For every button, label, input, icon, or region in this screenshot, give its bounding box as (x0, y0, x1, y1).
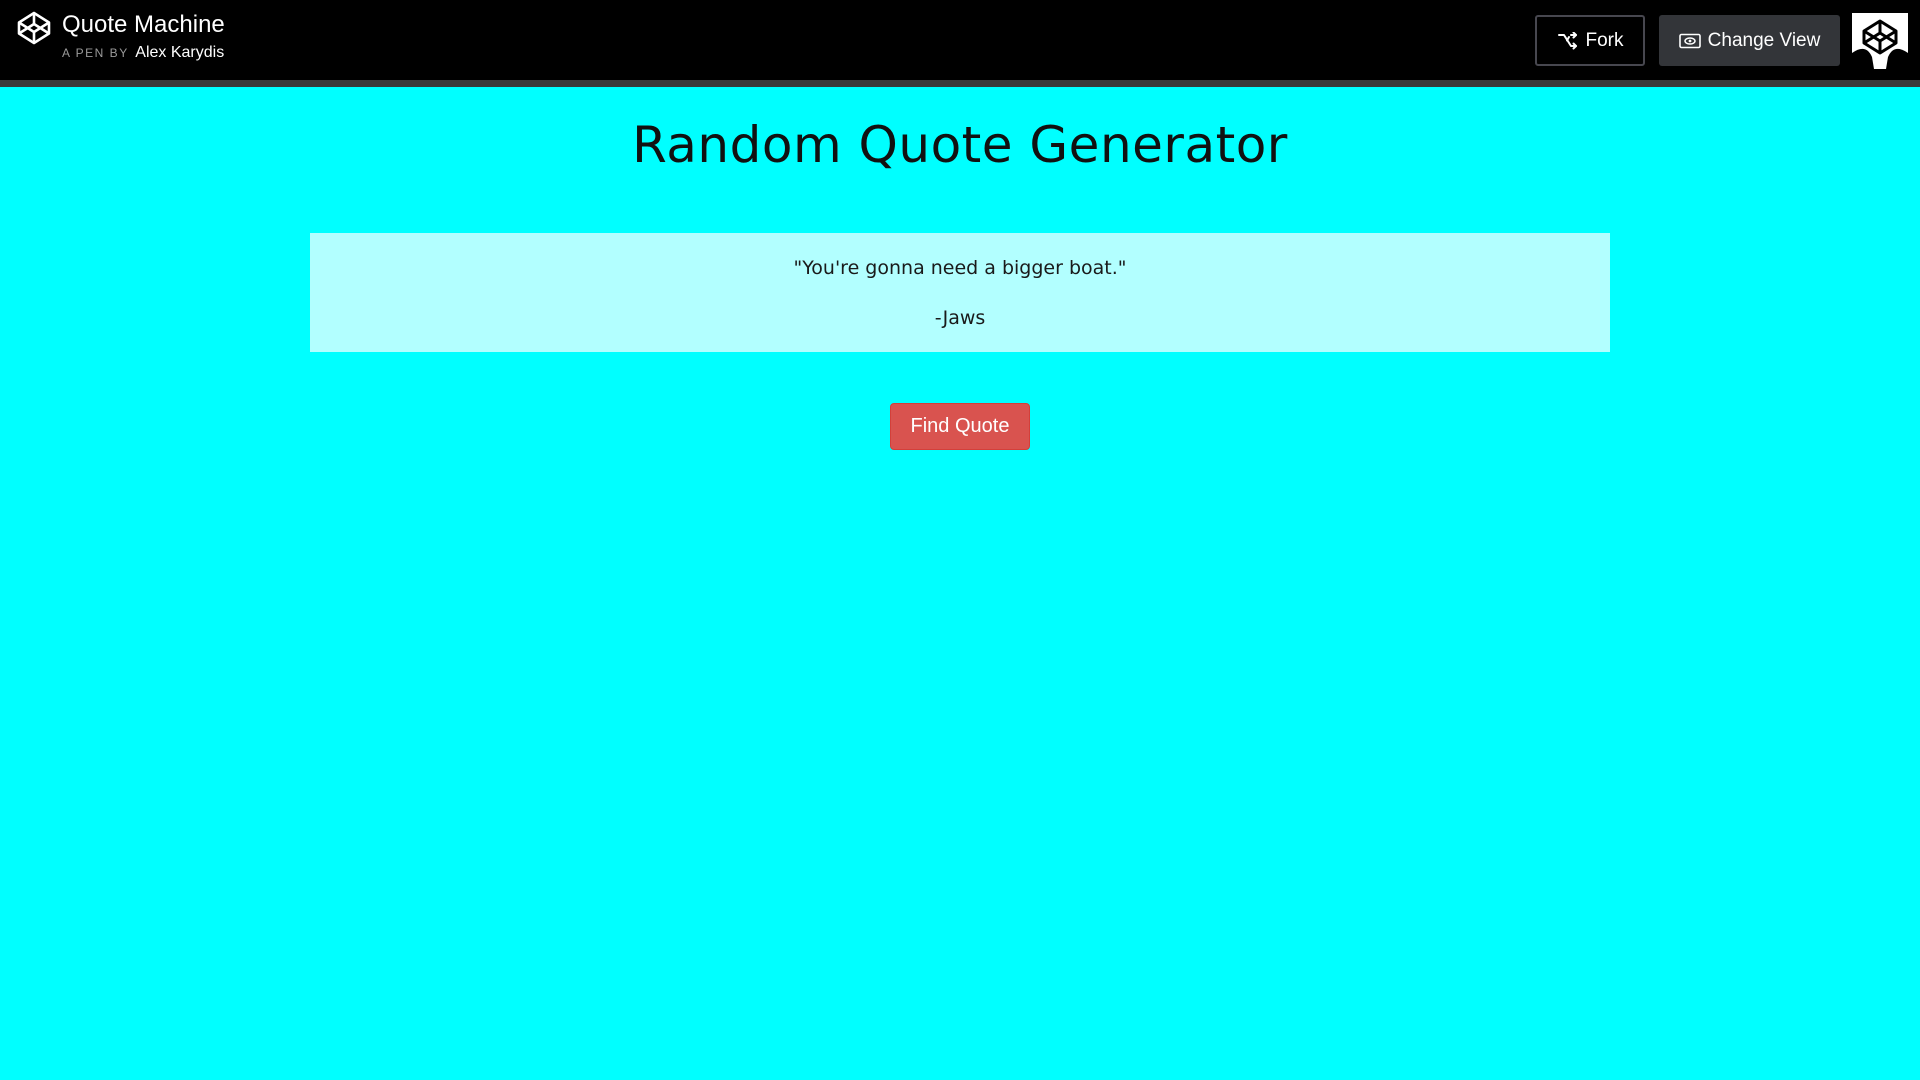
fork-icon (1557, 30, 1579, 52)
codepen-header: Quote Machine A PEN BY Alex Karydis Fork (0, 0, 1920, 87)
page-title: Random Quote Generator (632, 116, 1288, 174)
find-quote-button[interactable]: Find Quote (890, 403, 1030, 450)
codepen-logo-icon[interactable] (16, 10, 52, 46)
byline-prefix: A PEN BY (62, 46, 129, 60)
avatar-codepen-icon (1852, 13, 1908, 69)
author-link[interactable]: Alex Karydis (135, 44, 224, 61)
pen-byline: A PEN BY Alex Karydis (62, 43, 225, 63)
user-avatar[interactable] (1852, 13, 1908, 69)
pen-title-block: Quote Machine A PEN BY Alex Karydis (62, 10, 225, 63)
change-view-button-label: Change View (1707, 29, 1821, 51)
change-view-button[interactable]: Change View (1659, 15, 1840, 66)
fork-button-label: Fork (1585, 29, 1624, 51)
pen-title: Quote Machine (62, 11, 225, 38)
fork-button[interactable]: Fork (1535, 15, 1645, 66)
quote-box: "You're gonna need a bigger boat." -Jaws (310, 233, 1610, 352)
eye-icon (1678, 30, 1701, 52)
quote-author: -Jaws (934, 307, 986, 329)
quote-text: "You're gonna need a bigger boat." (793, 257, 1127, 279)
